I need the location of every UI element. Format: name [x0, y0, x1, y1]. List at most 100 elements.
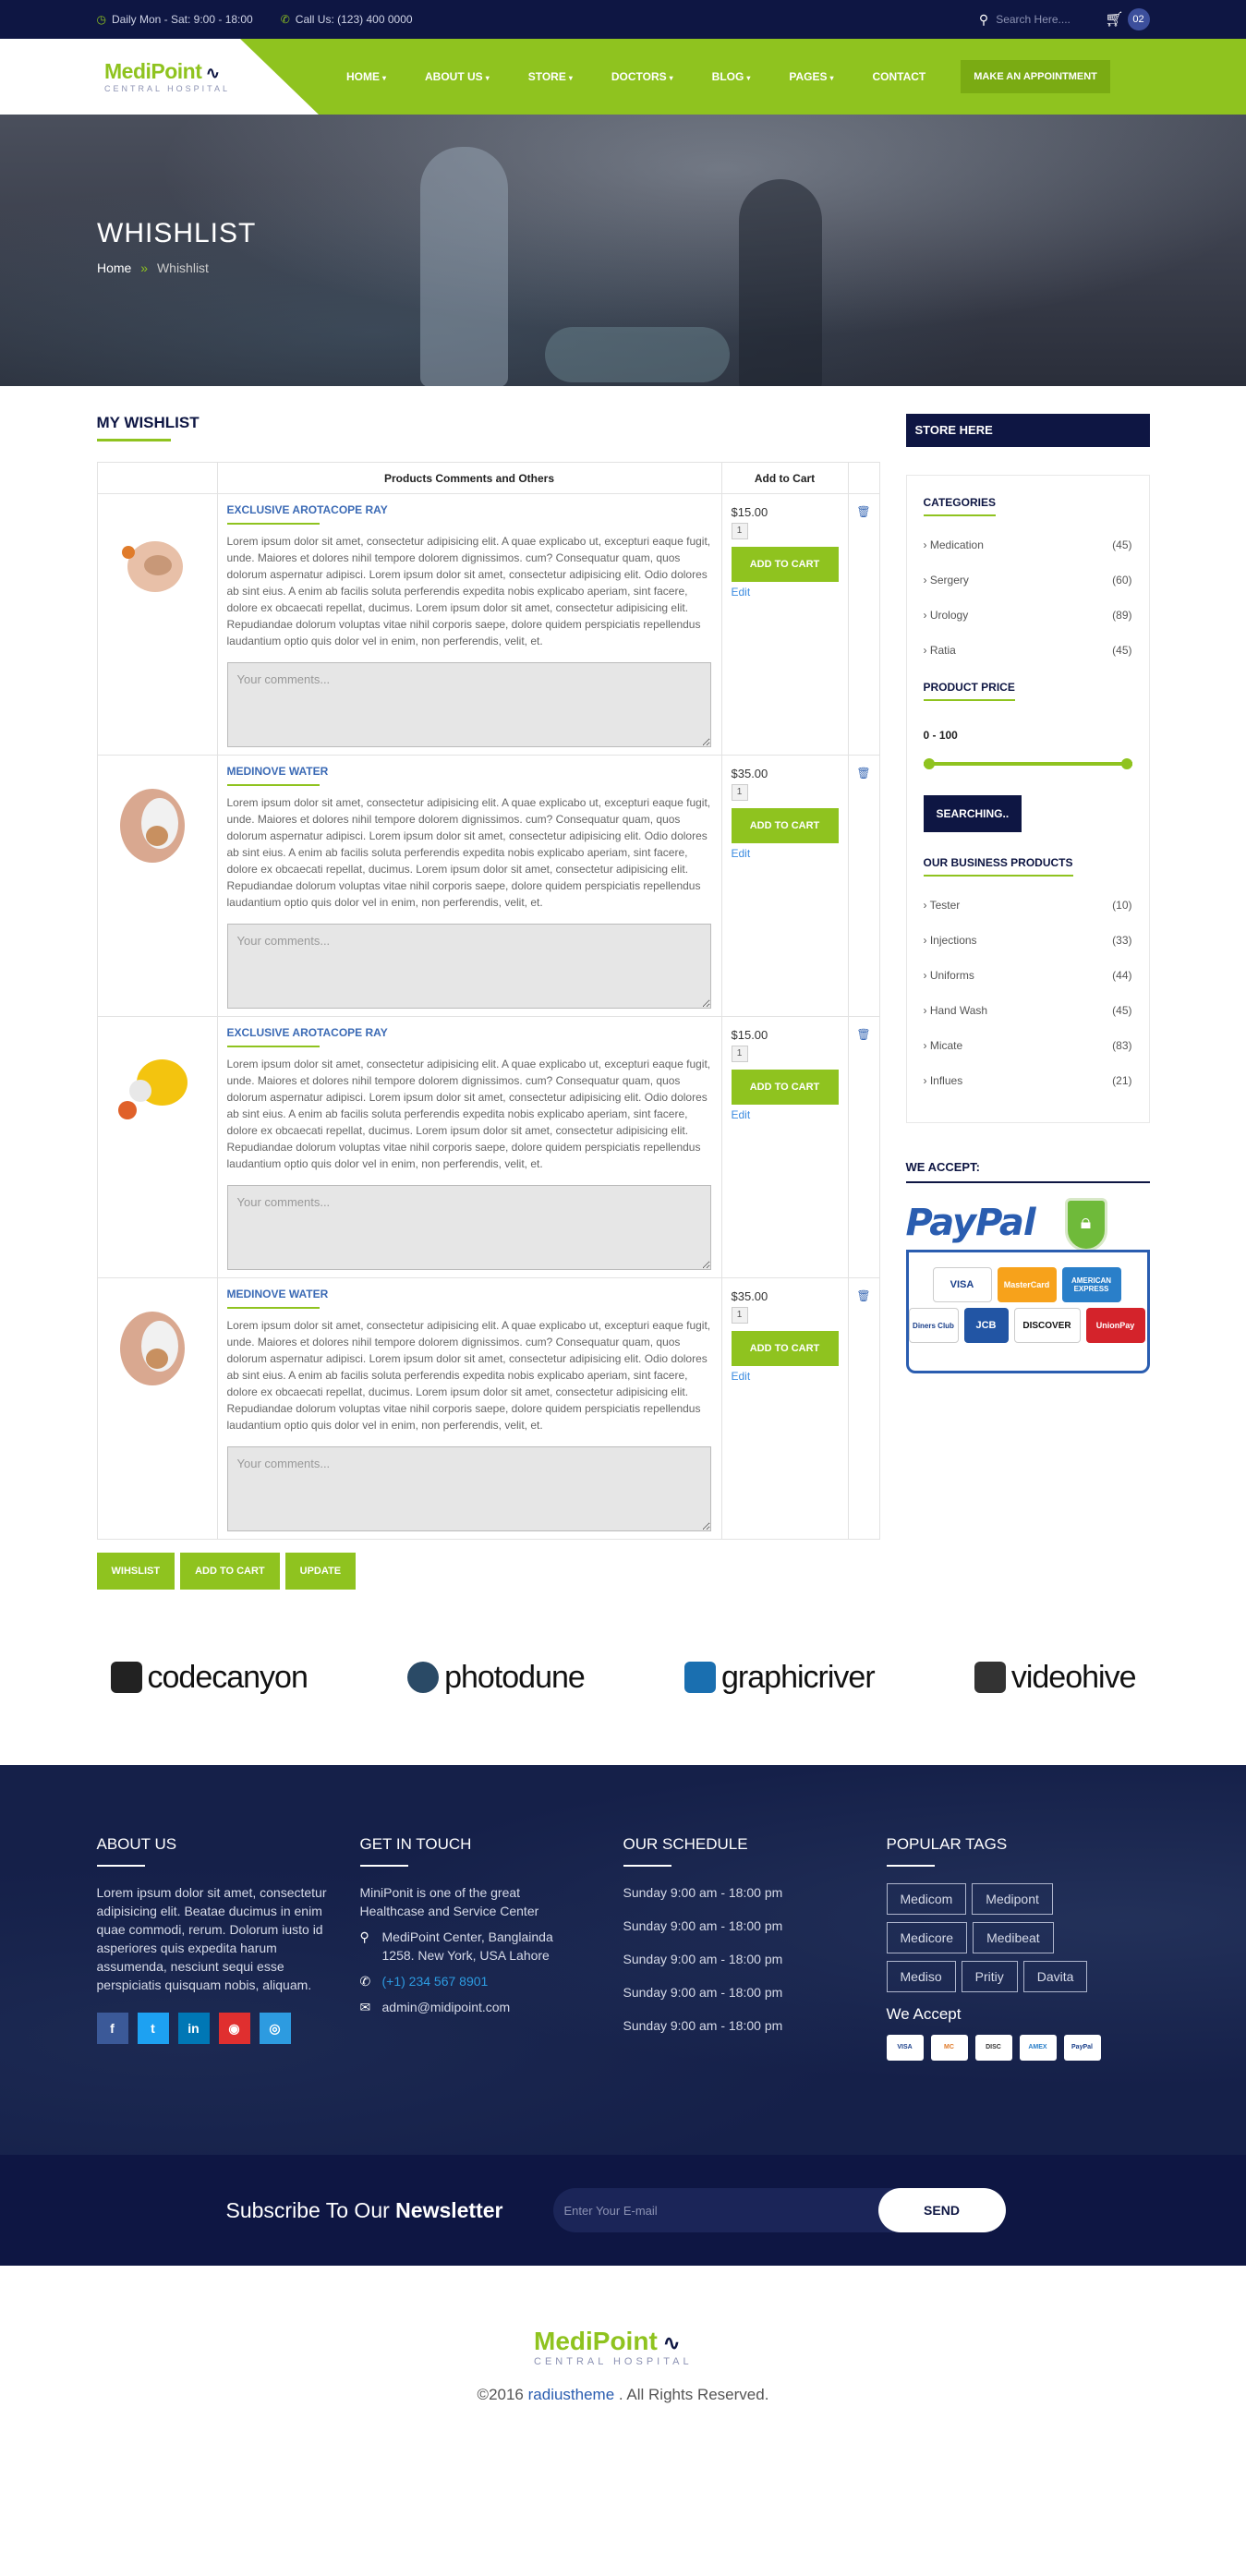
- categories-item[interactable]: Medication (45): [924, 538, 1132, 574]
- cart-cell: $35.00 1 ADD TO CART Edit: [720, 1277, 849, 1540]
- tag-link[interactable]: Medicore: [886, 1922, 968, 1953]
- comment-textarea[interactable]: [226, 1446, 711, 1531]
- trash-icon[interactable]: 🗑︎: [856, 1028, 870, 1041]
- nav-item-pages[interactable]: PAGES ▾: [780, 70, 842, 83]
- business-item[interactable]: Uniforms (44): [924, 969, 1132, 1004]
- search-icon[interactable]: ⚲: [979, 12, 988, 28]
- amex-card-icon: AMERICAN EXPRESS: [1061, 1267, 1121, 1302]
- add-to-cart-button[interactable]: ADD TO CART: [731, 547, 839, 582]
- quantity-input[interactable]: 1: [731, 1307, 748, 1324]
- tag-link[interactable]: Medibeat: [973, 1922, 1054, 1953]
- product-name-link[interactable]: MEDINOVE WATER: [226, 765, 328, 786]
- rss-icon[interactable]: ◉: [218, 2013, 250, 2044]
- nav-item-blog[interactable]: BLOG ▾: [703, 70, 760, 83]
- footer-schedule: OUR SCHEDULE Sunday 9:00 am - 18:00 pm Su…: [623, 1835, 887, 2061]
- comment-textarea[interactable]: [226, 1185, 711, 1270]
- update-button[interactable]: UPDATE: [284, 1553, 357, 1590]
- dribbble-icon[interactable]: ◎: [259, 2013, 291, 2044]
- copyright-brand-link[interactable]: radiustheme: [528, 2386, 615, 2403]
- product-image-finger-bandage[interactable]: [109, 780, 201, 872]
- price-slider[interactable]: [923, 758, 1132, 769]
- copyright-prefix: ©2016: [477, 2386, 528, 2403]
- business-item[interactable]: Tester (10): [924, 899, 1132, 934]
- footer-phone-text[interactable]: (+1) 234 567 8901: [382, 1972, 489, 1990]
- business-item-label: Micate: [924, 1039, 962, 1052]
- categories-item[interactable]: Sergery (60): [924, 574, 1132, 609]
- wishlist-button[interactable]: WIHSLIST: [96, 1553, 175, 1590]
- newsletter-email-input[interactable]: [552, 2203, 867, 2218]
- categories-item-count: (45): [1112, 644, 1132, 657]
- top-search: ⚲: [979, 12, 1089, 28]
- quantity-input[interactable]: 1: [731, 784, 748, 801]
- price-slider-max-handle[interactable]: [1120, 758, 1132, 769]
- brand-videohive[interactable]: videohive: [974, 1660, 1136, 1696]
- brand-graphicriver-label: graphicriver: [721, 1659, 876, 1695]
- price-range-label: 0 - 100: [923, 729, 958, 742]
- tag-link[interactable]: Medipont: [972, 1883, 1053, 1915]
- add-to-cart-button[interactable]: ADD TO CART: [731, 1331, 839, 1366]
- price-slider-min-handle[interactable]: [923, 758, 935, 769]
- site-logo[interactable]: MediPoint ∿ CENTRAL HOSPITAL: [104, 59, 230, 93]
- brand-photodune[interactable]: photodune: [407, 1660, 586, 1696]
- add-to-cart-button[interactable]: ADD TO CART: [731, 1070, 839, 1105]
- comment-textarea[interactable]: [226, 662, 711, 747]
- tag-link[interactable]: Mediso: [886, 1961, 956, 1992]
- product-name-link[interactable]: EXCLUSIVE AROTACOPE RAY: [226, 503, 388, 525]
- twitter-icon[interactable]: t: [137, 2013, 169, 2044]
- trash-icon[interactable]: 🗑︎: [856, 767, 870, 780]
- price-search-button[interactable]: SEARCHING..: [923, 795, 1022, 832]
- hours-info: ◷ Daily Mon - Sat: 9:00 - 18:00: [97, 13, 253, 26]
- tag-link[interactable]: Medicom: [886, 1883, 967, 1915]
- quantity-input[interactable]: 1: [731, 523, 748, 539]
- nav-item-make-an-appointment[interactable]: MAKE AN APPOINTMENT: [961, 60, 1110, 93]
- nav-item-home[interactable]: HOME ▾: [337, 70, 395, 83]
- categories-item[interactable]: Urology (89): [924, 609, 1132, 644]
- tag-link[interactable]: Davita: [1022, 1961, 1088, 1992]
- edit-link[interactable]: Edit: [732, 1108, 751, 1121]
- edit-link[interactable]: Edit: [732, 1370, 751, 1383]
- categories-item-label: Ratia: [924, 644, 956, 657]
- add-to-cart-button[interactable]: ADD TO CART: [731, 808, 839, 843]
- product-image-finger-bandage[interactable]: [109, 1302, 201, 1395]
- facebook-icon[interactable]: f: [96, 2013, 128, 2044]
- nav-item-about-us[interactable]: ABOUT US ▾: [416, 70, 499, 83]
- tag-link[interactable]: Pritiy: [961, 1961, 1018, 1992]
- nav-item-store[interactable]: STORE ▾: [519, 70, 582, 83]
- photodune-icon: [407, 1662, 440, 1693]
- product-name-link[interactable]: EXCLUSIVE AROTACOPE RAY: [226, 1026, 388, 1047]
- cart-button[interactable]: 🛒︎ 02: [1105, 8, 1150, 30]
- product-image-cell: [96, 493, 218, 756]
- quantity-input[interactable]: 1: [731, 1046, 748, 1062]
- business-item[interactable]: Hand Wash (45): [924, 1004, 1132, 1039]
- chevron-down-icon: ▾: [382, 74, 387, 82]
- footer-logo[interactable]: MediPoint ∿ CENTRAL HOSPITAL: [534, 2327, 693, 2367]
- trash-icon[interactable]: 🗑︎: [856, 505, 870, 518]
- product-image-pill-bottle[interactable]: [109, 1041, 201, 1133]
- product-name-link[interactable]: MEDINOVE WATER: [226, 1288, 328, 1309]
- business-item[interactable]: Influes (21): [924, 1074, 1132, 1109]
- brand-graphicriver[interactable]: graphicriver: [684, 1659, 876, 1696]
- sidebar-filter-box: CATEGORIES Medication (45) Sergery (60) Urol…: [905, 475, 1150, 1123]
- mini-card-icon: DISC: [974, 2035, 1012, 2061]
- nav-item-doctors[interactable]: DOCTORS ▾: [602, 70, 683, 83]
- cart-icon[interactable]: 🛒︎: [1105, 10, 1123, 29]
- footer-email-text[interactable]: admin@midipoint.com: [382, 1998, 511, 2016]
- product-image-shape: [145, 1348, 168, 1369]
- linkedin-icon[interactable]: in: [177, 2013, 210, 2044]
- categories-item[interactable]: Ratia (45): [924, 644, 1132, 679]
- business-item[interactable]: Injections (33): [924, 934, 1132, 969]
- cart-count-badge: 02: [1127, 8, 1150, 30]
- edit-link[interactable]: Edit: [732, 586, 751, 599]
- product-image-hearing-aid[interactable]: [109, 518, 201, 611]
- newsletter-send-button[interactable]: SEND: [877, 2188, 1006, 2232]
- comment-textarea[interactable]: [226, 924, 711, 1009]
- brand-codecanyon[interactable]: codecanyon: [110, 1660, 308, 1696]
- breadcrumb-home[interactable]: Home: [97, 260, 131, 275]
- search-input[interactable]: [996, 13, 1089, 26]
- nav-item-contact[interactable]: CONTACT: [863, 70, 935, 83]
- add-all-to-cart-button[interactable]: ADD TO CART: [180, 1553, 280, 1590]
- business-item[interactable]: Micate (83): [924, 1039, 1132, 1074]
- trash-icon[interactable]: 🗑︎: [856, 1289, 870, 1302]
- edit-link[interactable]: Edit: [732, 847, 751, 860]
- chevron-down-icon: ▾: [746, 74, 751, 82]
